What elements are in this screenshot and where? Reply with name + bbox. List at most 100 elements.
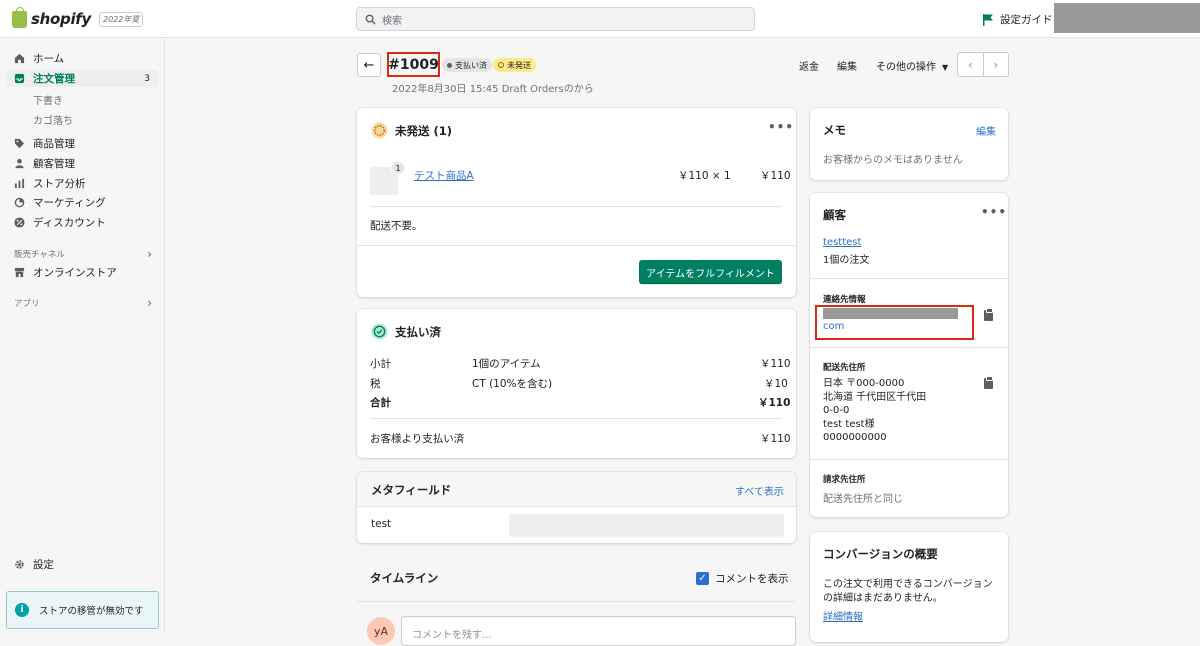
timeline-title: タイムライン [370, 571, 439, 585]
metafields-card: メタフィールド すべて表示 test [357, 472, 796, 543]
status-badge-paid: 支払い済 [442, 58, 492, 72]
edit-memo-link[interactable]: 編集 [976, 123, 996, 138]
conversion-text-line2: の詳細はまだありません。 [823, 593, 943, 604]
divider [370, 206, 782, 207]
product-link[interactable]: テスト商品A [414, 168, 474, 183]
sidebar-item-customers[interactable]: 顧客管理 [6, 155, 158, 172]
contact-info-title: 連絡先情報 [823, 295, 866, 305]
memo-card: メモ 編集 お客様からのメモはありません [810, 108, 1008, 180]
fulfill-items-button[interactable]: アイテムをフルフィルメント [639, 260, 782, 284]
store-icon [14, 267, 25, 278]
next-order-button[interactable]: › [984, 53, 1009, 76]
sidebar: ホーム 注文管理 3 下書き カゴ落ち 商品管理 顧客管理 ストア分析 マーケテ… [0, 39, 165, 634]
customer-title: 顧客 [823, 208, 846, 222]
tax-amount: ￥10 [764, 378, 788, 390]
show-comments-checkbox[interactable]: ✓ コメントを表示 [696, 571, 789, 586]
sales-channels-section[interactable]: 販売チャネル › [14, 247, 152, 261]
divider [810, 278, 1008, 279]
sidebar-item-analytics[interactable]: ストア分析 [6, 175, 158, 192]
more-horizontal-icon[interactable]: ••• [981, 205, 1007, 219]
total-amount: ￥110 [758, 397, 791, 409]
sidebar-item-label: 顧客管理 [33, 158, 75, 170]
conversion-text-line1: この注文で利用できるコンバージョン [823, 579, 993, 590]
item-price-qty: ￥110 × 1 [678, 170, 731, 182]
customer-name-link[interactable]: testtest [823, 237, 861, 248]
home-icon [14, 53, 25, 64]
sidebar-item-discounts[interactable]: ディスカウント [6, 214, 158, 231]
divider [810, 459, 1008, 460]
sidebar-item-label: オンラインストア [33, 267, 117, 279]
metafield-label: test [371, 518, 392, 530]
discount-icon [14, 217, 25, 228]
more-horizontal-icon[interactable]: ••• [768, 120, 794, 134]
customer-card: 顧客 ••• testtest 1個の注文 連絡先情報 com 配送先住所 日本… [810, 193, 1008, 517]
back-button[interactable]: ← [357, 53, 381, 77]
setup-guide-button[interactable]: 設定ガイド [983, 12, 1053, 27]
sidebar-item-home[interactable]: ホーム [6, 50, 158, 67]
sidebar-item-products[interactable]: 商品管理 [6, 135, 158, 152]
comment-input[interactable]: コメントを残す... [401, 616, 796, 646]
sidebar-item-settings[interactable]: 設定 [6, 556, 158, 573]
edition-badge: 2022年夏 [99, 11, 144, 27]
tag-icon [14, 138, 25, 149]
order-subtitle: 2022年8月30日 15:45 Draft Ordersのから [392, 84, 594, 95]
sidebar-item-marketing[interactable]: マーケティング [6, 194, 158, 211]
chevron-right-icon: › [147, 247, 152, 261]
divider [357, 245, 796, 246]
show-all-link[interactable]: すべて表示 [735, 483, 784, 498]
total-label: 合計 [370, 397, 391, 409]
address-line: 日本 〒000-0000 [823, 378, 905, 389]
apps-section[interactable]: アプリ › [14, 296, 152, 310]
sidebar-item-label: ホーム [33, 53, 65, 65]
tax-label: 税 [370, 378, 381, 390]
setup-guide-label: 設定ガイド [1000, 14, 1053, 26]
metafield-value-input[interactable] [509, 514, 784, 537]
chevron-right-icon: › [147, 296, 152, 310]
shopify-bag-icon [12, 6, 27, 28]
sales-channels-label: 販売チャネル [14, 250, 65, 260]
apps-label: アプリ [14, 299, 40, 309]
edit-order-button[interactable]: 編集 [837, 58, 857, 73]
account-menu-redacted[interactable] [1054, 3, 1200, 33]
inbox-icon [14, 73, 25, 84]
shopify-logo[interactable]: shopify 2022年夏 [12, 6, 144, 28]
top-bar: shopify 2022年夏 検索 設定ガイド [0, 0, 1200, 38]
marketing-icon [14, 197, 25, 208]
bar-chart-icon [14, 178, 25, 189]
sidebar-item-orders[interactable]: 注文管理 3 [6, 70, 158, 87]
address-line: test test様 [823, 418, 875, 430]
sidebar-item-label: 設定 [33, 559, 54, 571]
order-number: #1009 [387, 52, 440, 77]
sidebar-item-label: 商品管理 [33, 138, 75, 150]
quantity-badge: 1 [391, 161, 405, 175]
more-actions-button[interactable]: その他の操作 ▼ [876, 58, 948, 73]
shipping-address: 日本 〒000-0000 北海道 千代田区千代田 0-0-0 test test… [823, 377, 926, 445]
copy-icon[interactable] [984, 308, 993, 321]
memo-title: メモ [823, 123, 846, 137]
email-link[interactable]: com [823, 321, 844, 332]
search-input[interactable]: 検索 [356, 7, 755, 31]
person-icon [15, 158, 24, 169]
sidebar-item-label: ディスカウント [33, 217, 106, 229]
subtotal-label: 小計 [370, 358, 391, 370]
metafields-title: メタフィールド [371, 483, 452, 497]
prev-order-button[interactable]: ‹ [958, 53, 984, 76]
billing-same-text: 配送先住所と同じ [823, 494, 903, 505]
divider [357, 506, 796, 507]
address-line: 0-0-0 [823, 405, 850, 416]
paid-by-customer-label: お客様より支払い済 [370, 433, 465, 445]
sidebar-item-abandoned-checkouts[interactable]: カゴ落ち [33, 112, 73, 127]
sidebar-item-drafts[interactable]: 下書き [33, 92, 63, 107]
orders-count-badge: 3 [144, 73, 150, 84]
info-icon: i [15, 603, 29, 617]
refund-button[interactable]: 返金 [799, 58, 819, 73]
sidebar-item-online-store[interactable]: オンラインストア [6, 264, 158, 281]
store-transfer-banner[interactable]: i ストアの移管が無効です [6, 591, 159, 629]
details-link[interactable]: 詳細情報 [823, 608, 863, 623]
copy-icon[interactable] [984, 376, 993, 389]
sidebar-item-label: 注文管理 [33, 73, 75, 85]
status-dot [498, 62, 504, 68]
checkbox-checked-icon: ✓ [696, 572, 709, 585]
banner-text: ストアの移管が無効です [39, 606, 144, 617]
status-dot [447, 62, 452, 68]
